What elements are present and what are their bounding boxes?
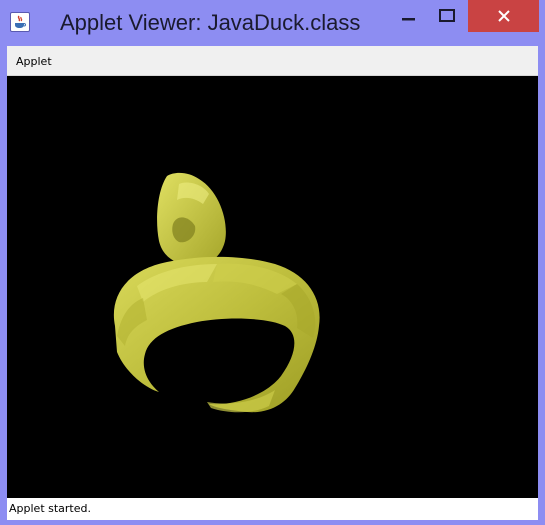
window-title: Applet Viewer: JavaDuck.class bbox=[60, 10, 361, 35]
menu-applet[interactable]: Applet bbox=[16, 55, 52, 68]
duck-3d-model bbox=[113, 172, 320, 413]
applet-canvas[interactable] bbox=[7, 76, 538, 498]
minimize-button[interactable] bbox=[392, 0, 426, 32]
status-text: Applet started. bbox=[9, 502, 91, 515]
maximize-icon bbox=[439, 9, 455, 22]
menu-bar: Applet bbox=[7, 46, 538, 76]
close-button[interactable] bbox=[468, 0, 539, 32]
status-bar: Applet started. bbox=[7, 498, 538, 520]
maximize-button[interactable] bbox=[430, 0, 464, 32]
java-cup-icon[interactable] bbox=[10, 12, 30, 32]
minimize-icon bbox=[402, 18, 415, 21]
title-bar[interactable]: Applet Viewer: JavaDuck.class bbox=[0, 0, 545, 46]
close-icon bbox=[497, 10, 510, 22]
applet-viewer-window: Applet Viewer: JavaDuck.class Applet App… bbox=[0, 0, 545, 525]
